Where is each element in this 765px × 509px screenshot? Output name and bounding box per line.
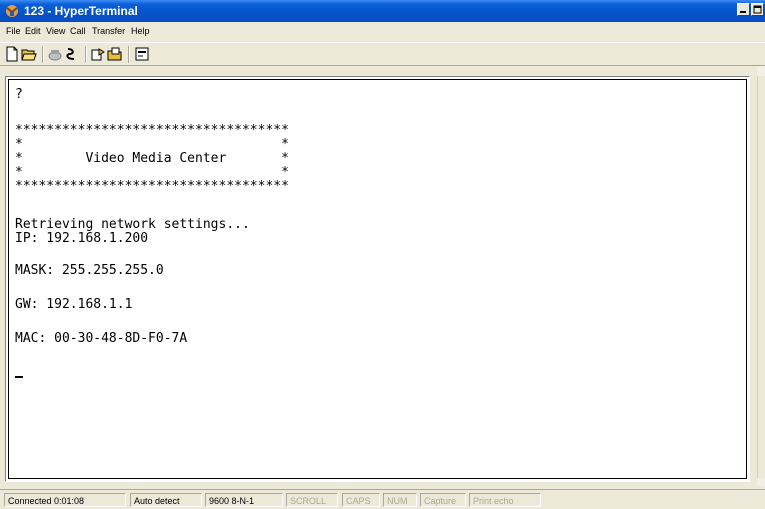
status-detect: Auto detect [130, 493, 202, 507]
properties-icon[interactable] [134, 46, 150, 62]
status-capture: Capture [420, 493, 466, 507]
menu-call[interactable]: Call [70, 25, 86, 37]
receive-icon[interactable] [107, 46, 123, 62]
menu-transfer[interactable]: Transfer [92, 25, 125, 37]
status-bar: Connected 0:01:08 Auto detect 9600 8-N-1… [0, 489, 765, 509]
terminal-line: GW: 192.168.1.1 [15, 297, 133, 312]
title-bar[interactable]: 123 - HyperTerminal [0, 0, 765, 22]
window-title: 123 - HyperTerminal [24, 4, 138, 18]
toolbar-separator [42, 46, 44, 63]
menu-edit[interactable]: Edit [25, 25, 41, 37]
menu-bar: File Edit View Call Transfer Help [0, 22, 765, 41]
menu-view[interactable]: View [46, 25, 65, 37]
terminal-cursor [15, 376, 23, 378]
hyperterminal-icon [6, 5, 18, 17]
status-caps: CAPS [342, 493, 380, 507]
send-icon[interactable] [90, 46, 106, 62]
terminal-line: MASK: 255.255.255.0 [15, 263, 164, 278]
status-connected: Connected 0:01:08 [4, 493, 126, 507]
status-settings: 9600 8-N-1 [205, 493, 283, 507]
terminal-line: *********************************** [15, 123, 289, 138]
open-icon[interactable] [21, 46, 37, 62]
terminal-line: IP: 192.168.1.200 [15, 231, 149, 246]
maximize-button[interactable] [751, 3, 764, 16]
terminal-screen[interactable]: ? *********************************** * … [8, 79, 747, 479]
new-icon[interactable] [4, 46, 20, 62]
status-scroll: SCROLL [286, 493, 338, 507]
status-num: NUM [383, 493, 417, 507]
terminal-line: MAC: 00-30-48-8D-F0-7A [15, 331, 188, 346]
menu-help[interactable]: Help [131, 25, 150, 37]
disconnect-icon[interactable] [64, 46, 80, 62]
toolbar-separator [128, 46, 130, 63]
vertical-scrollbar[interactable] [757, 66, 765, 486]
terminal-frame: ? *********************************** * … [5, 76, 750, 482]
terminal-line: Retrieving network settings... [15, 217, 250, 232]
toolbar-separator [85, 46, 87, 63]
terminal-line: * * [15, 137, 289, 152]
connect-icon[interactable] [47, 46, 63, 62]
terminal-line: * * [15, 165, 289, 180]
minimize-button[interactable] [737, 3, 750, 16]
menu-file[interactable]: File [6, 25, 21, 37]
minimize-icon [740, 11, 746, 13]
terminal-line: *********************************** [15, 179, 289, 194]
maximize-icon [753, 5, 762, 14]
toolbar [0, 42, 765, 66]
terminal-line: ? [15, 87, 23, 102]
terminal-line: * Video Media Center * [15, 151, 289, 166]
scrollbar-thumb[interactable] [757, 76, 765, 478]
status-print-echo: Print echo [469, 493, 541, 507]
